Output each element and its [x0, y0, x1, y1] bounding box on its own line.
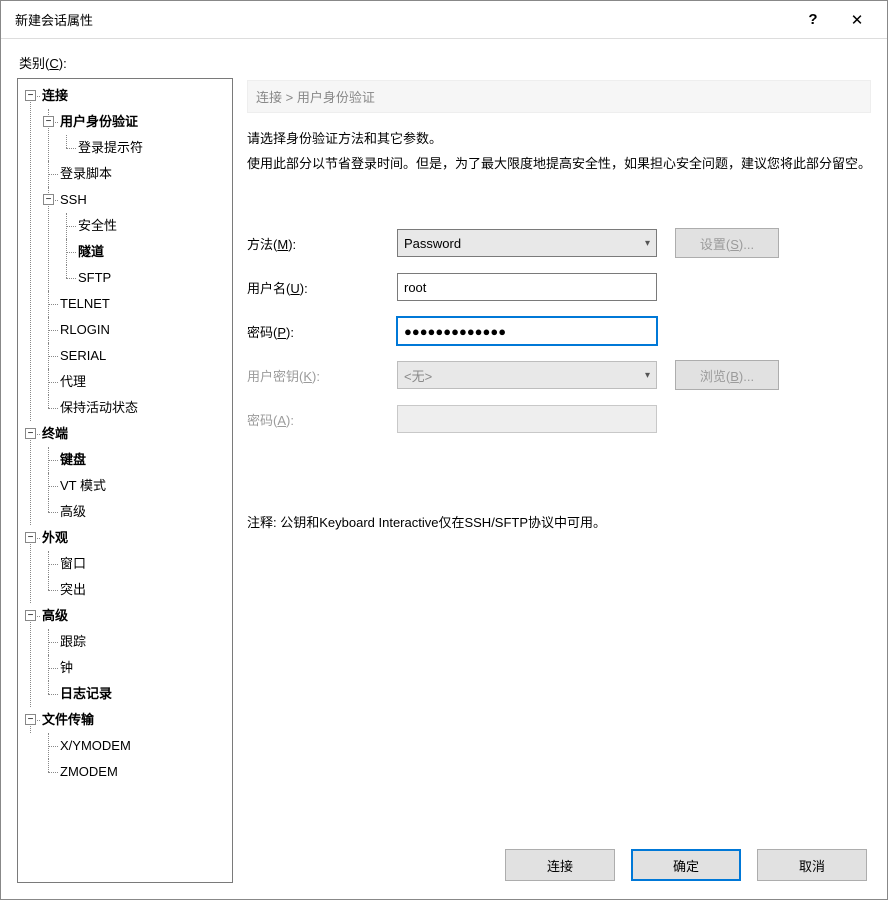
tree-item-telnet[interactable]: TELNET [42, 291, 230, 317]
collapse-icon[interactable]: − [43, 194, 54, 205]
tree-item-keepalive[interactable]: 保持活动状态 [42, 395, 230, 421]
window-title: 新建会话属性 [15, 10, 791, 29]
row-username: 用户名(U): [247, 272, 871, 302]
tree-item-highlight[interactable]: 突出 [42, 577, 230, 603]
tree-item-sftp[interactable]: SFTP [60, 265, 230, 291]
tree-item-auth[interactable]: − 用户身份验证 登录提示符 [42, 109, 230, 161]
collapse-icon[interactable]: − [25, 532, 36, 543]
tree-item-ssh[interactable]: − SSH 安全性 隧道 SFTP [42, 187, 230, 291]
collapse-icon[interactable]: − [25, 714, 36, 725]
label-username: 用户名(U): [247, 278, 397, 297]
category-tree[interactable]: − 连接 − 用户身份验证 登录提示符 登录脚本 [17, 78, 233, 883]
tree-item-advanced[interactable]: − 高级 跟踪 钟 日志记录 [24, 603, 230, 707]
row-userkey: 用户密钥(K): <无> ▾ 浏览(B)... [247, 360, 871, 390]
label-method: 方法(M): [247, 234, 397, 253]
label-passphrase: 密码(A): [247, 410, 397, 429]
passphrase-input [397, 405, 657, 433]
ok-button[interactable]: 确定 [631, 849, 741, 881]
tree-item-serial[interactable]: SERIAL [42, 343, 230, 369]
method-select[interactable]: Password ▾ [397, 229, 657, 257]
label-userkey: 用户密钥(K): [247, 366, 397, 385]
chevron-down-icon: ▾ [645, 370, 650, 381]
close-button[interactable]: ✕ [835, 5, 879, 35]
dialog-footer: 连接 确定 取消 [247, 835, 871, 883]
main-row: − 连接 − 用户身份验证 登录提示符 登录脚本 [17, 78, 871, 883]
tree-item-xymodem[interactable]: X/YMODEM [42, 733, 230, 759]
username-input[interactable] [397, 273, 657, 301]
tree-item-keyboard[interactable]: 键盘 [42, 447, 230, 473]
row-password: 密码(P): [247, 316, 871, 346]
note-text: 注释: 公钥和Keyboard Interactive仅在SSH/SFTP协议中… [247, 512, 871, 531]
help-button[interactable]: ? [791, 5, 835, 35]
tree-item-appearance[interactable]: − 外观 窗口 突出 [24, 525, 230, 603]
row-passphrase: 密码(A): [247, 404, 871, 434]
collapse-icon[interactable]: − [25, 428, 36, 439]
tree-item-window[interactable]: 窗口 [42, 551, 230, 577]
tree-item-rlogin[interactable]: RLOGIN [42, 317, 230, 343]
connect-button[interactable]: 连接 [505, 849, 615, 881]
tree-item-zmodem[interactable]: ZMODEM [42, 759, 230, 785]
collapse-icon[interactable]: − [25, 610, 36, 621]
tree-item-security[interactable]: 安全性 [60, 213, 230, 239]
breadcrumb: 连接 > 用户身份验证 [247, 80, 871, 113]
tree-item-logging[interactable]: 日志记录 [42, 681, 230, 707]
chevron-down-icon: ▾ [645, 238, 650, 249]
session-properties-dialog: 新建会话属性 ? ✕ 类别(C): − 连接 − 用户身份验证 [0, 0, 888, 900]
tree-item-term-advanced[interactable]: 高级 [42, 499, 230, 525]
tree-item-vt-mode[interactable]: VT 模式 [42, 473, 230, 499]
tree-item-trace[interactable]: 跟踪 [42, 629, 230, 655]
password-input[interactable] [397, 317, 657, 345]
tree-item-login-prompt[interactable]: 登录提示符 [60, 135, 230, 161]
dialog-body: 类别(C): − 连接 − 用户身份验证 登录提示符 [1, 39, 887, 899]
label-password: 密码(P): [247, 322, 397, 341]
settings-panel: 连接 > 用户身份验证 请选择身份验证方法和其它参数。 使用此部分以节省登录时间… [247, 78, 871, 883]
settings-button[interactable]: 设置(S)... [675, 228, 779, 258]
description: 请选择身份验证方法和其它参数。 使用此部分以节省登录时间。但是，为了最大限度地提… [247, 127, 871, 176]
row-method: 方法(M): Password ▾ 设置(S)... [247, 228, 871, 258]
tree-item-connection[interactable]: − 连接 − 用户身份验证 登录提示符 登录脚本 [24, 83, 230, 421]
tree-item-login-script[interactable]: 登录脚本 [42, 161, 230, 187]
userkey-select: <无> ▾ [397, 361, 657, 389]
browse-button: 浏览(B)... [675, 360, 779, 390]
tree-item-clock[interactable]: 钟 [42, 655, 230, 681]
cancel-button[interactable]: 取消 [757, 849, 867, 881]
tree-item-tunnel[interactable]: 隧道 [60, 239, 230, 265]
category-label: 类别(C): [19, 53, 871, 72]
tree-item-proxy[interactable]: 代理 [42, 369, 230, 395]
tree-item-terminal[interactable]: − 终端 键盘 VT 模式 高级 [24, 421, 230, 525]
collapse-icon[interactable]: − [43, 116, 54, 127]
collapse-icon[interactable]: − [25, 90, 36, 101]
titlebar: 新建会话属性 ? ✕ [1, 1, 887, 39]
tree-item-file-transfer[interactable]: − 文件传输 X/YMODEM ZMODEM [24, 707, 230, 785]
